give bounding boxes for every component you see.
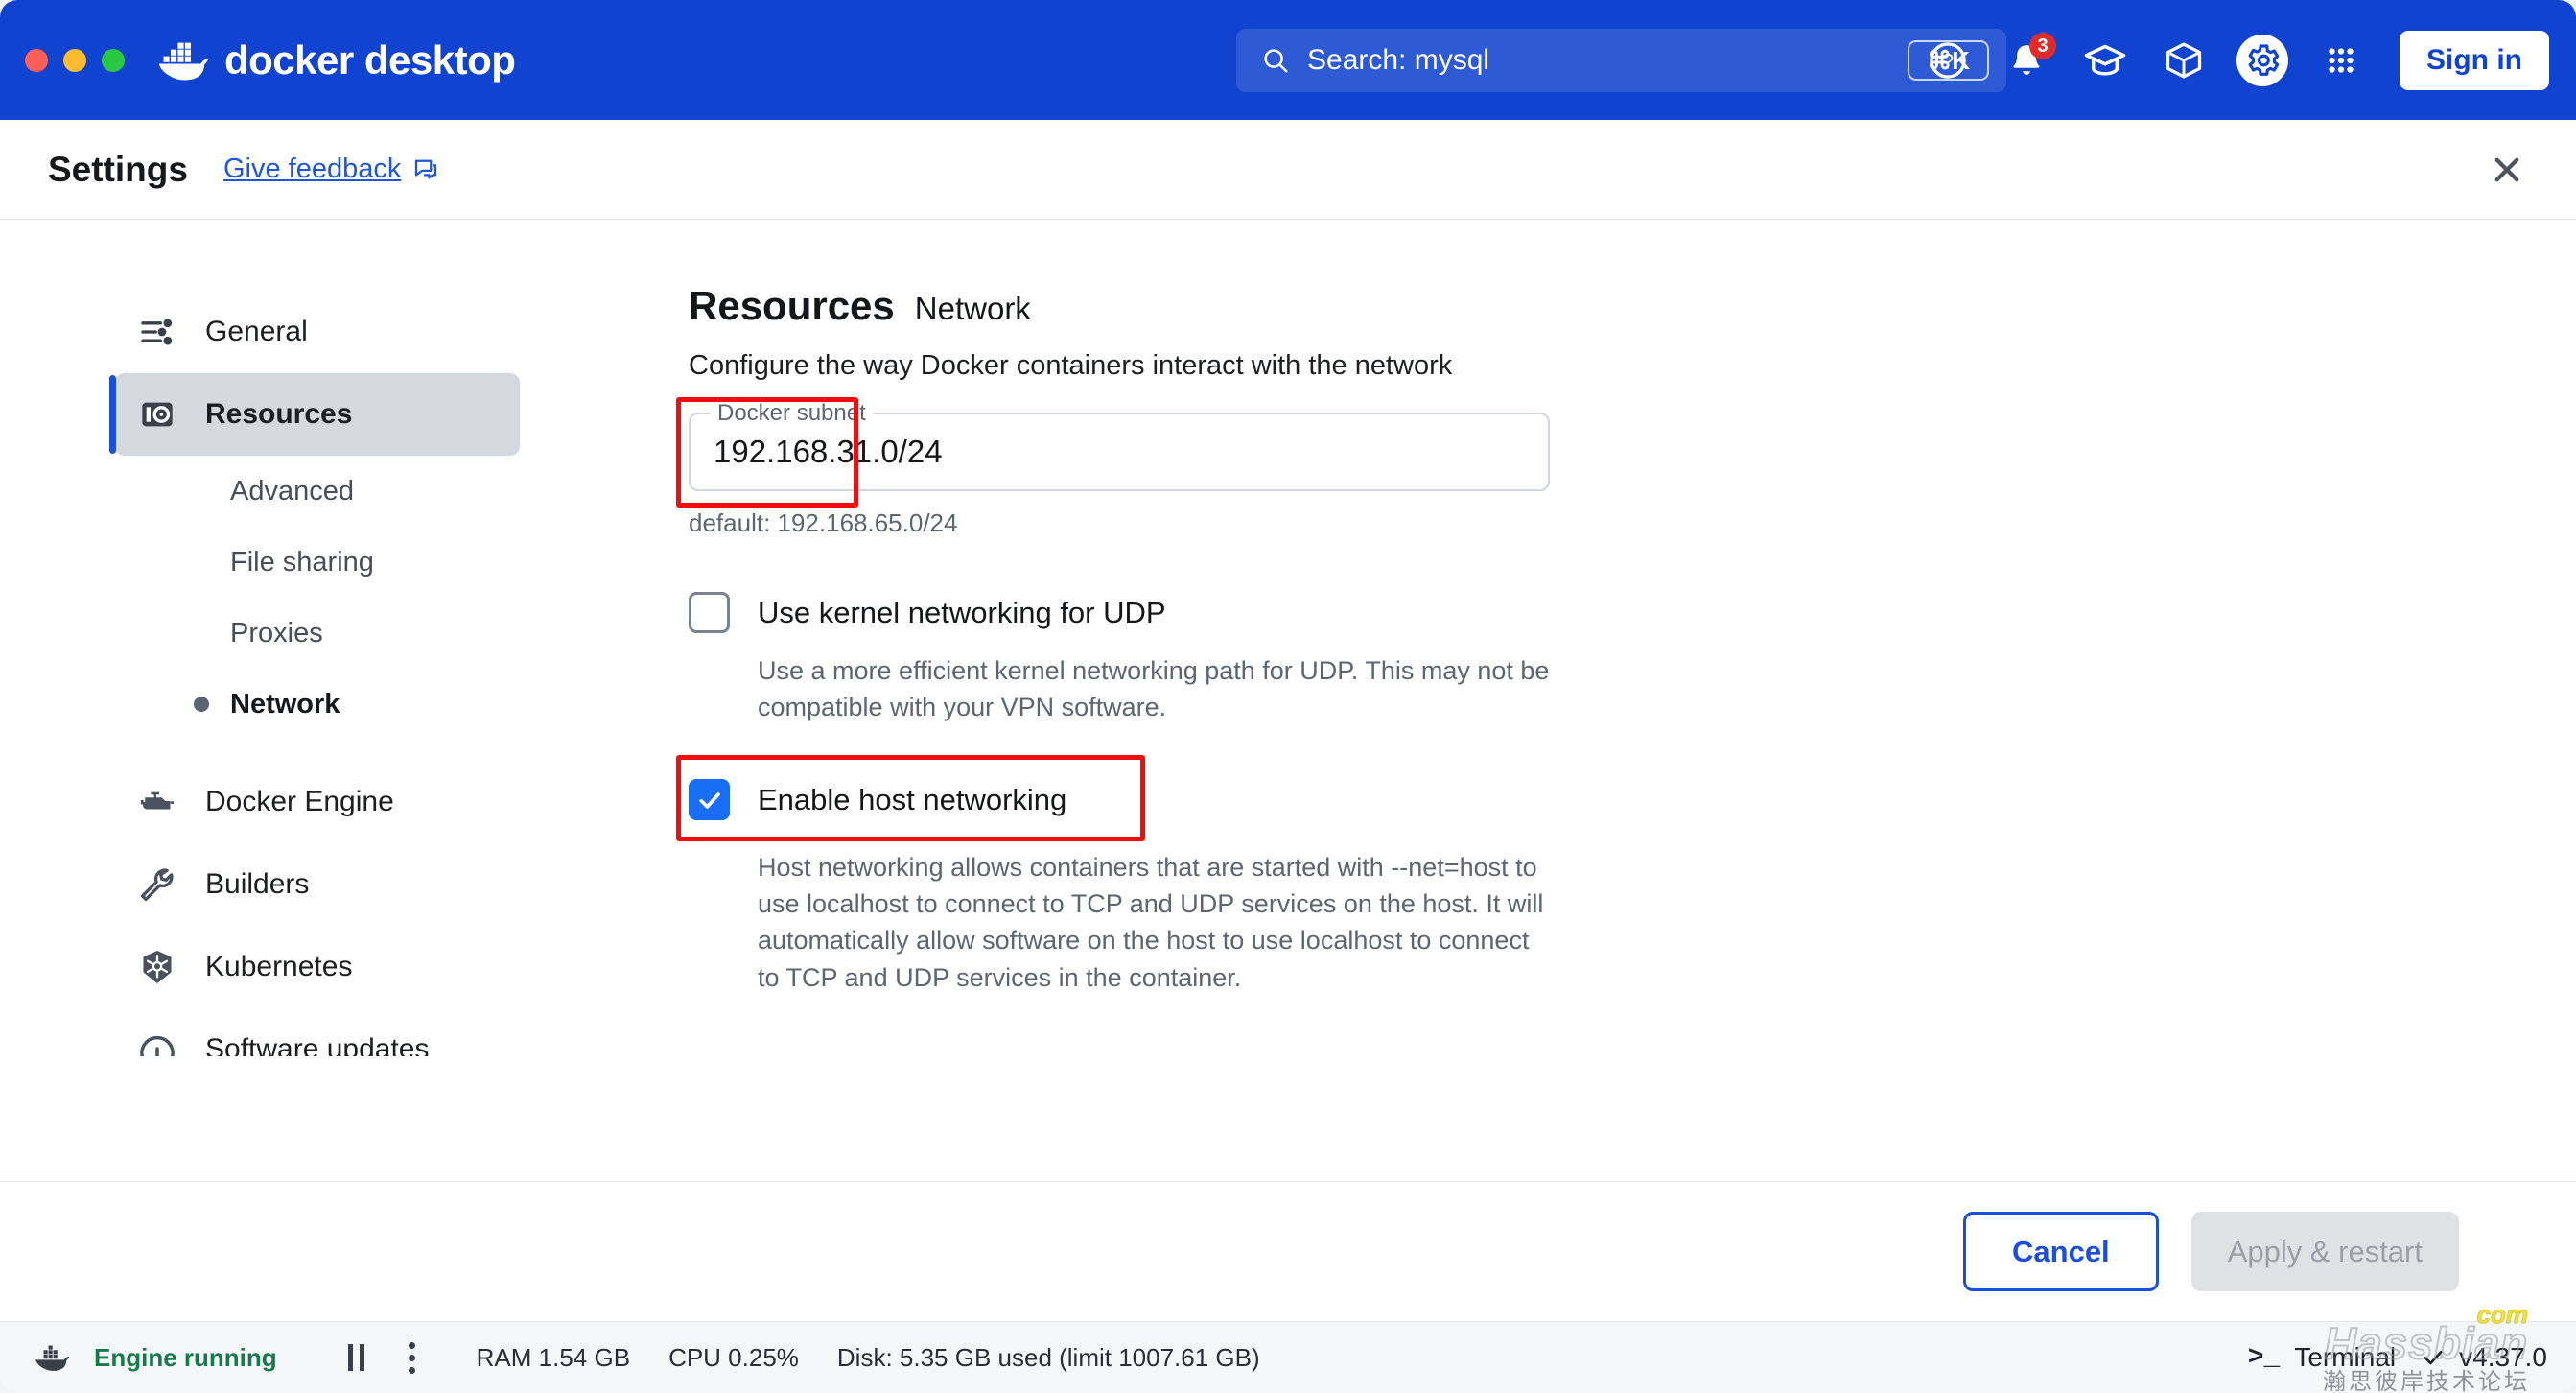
feedback-bubble-icon bbox=[415, 159, 437, 178]
search-input-value: Search: mysql bbox=[1307, 44, 1490, 76]
check-icon bbox=[2424, 1350, 2443, 1365]
sidebar-item-label: General bbox=[205, 316, 308, 347]
disk-metric: Disk: 5.35 GB used (limit 1007.61 GB) bbox=[836, 1342, 1260, 1372]
pause-engine-button[interactable] bbox=[347, 1344, 364, 1371]
ram-metric: RAM 1.54 GB bbox=[476, 1342, 631, 1372]
terminal-prompt-icon: >_ bbox=[2247, 1342, 2281, 1373]
sign-in-button[interactable]: Sign in bbox=[2400, 30, 2549, 90]
wrench-icon bbox=[136, 863, 178, 906]
sidebar-item-label: Kubernetes bbox=[205, 951, 353, 982]
status-bar: Engine running RAM 1.54 GB CPU 0.25% Dis… bbox=[0, 1302, 2576, 1393]
sidebar-item-label: Docker Engine bbox=[205, 786, 394, 817]
docker-whale-icon bbox=[35, 1345, 70, 1371]
docker-whale-icon bbox=[158, 42, 209, 80]
maximize-window-button[interactable] bbox=[102, 48, 125, 72]
page-title: Settings bbox=[48, 149, 188, 189]
search-icon bbox=[1264, 49, 1288, 73]
close-icon bbox=[2494, 157, 2519, 181]
use-kernel-networking-udp-label: Use kernel networking for UDP bbox=[758, 595, 1166, 629]
breadcrumb: Resources Network bbox=[689, 283, 2576, 329]
search-input[interactable]: Search: mysql ⌘K bbox=[1236, 29, 2006, 92]
enable-host-networking-checkbox[interactable] bbox=[689, 779, 730, 821]
breadcrumb-parent: Resources bbox=[689, 283, 895, 328]
status-bar-right: >_ Terminal v4.37.0 Hassbian com 瀚思彼岸技术论… bbox=[2248, 1302, 2547, 1393]
enable-host-networking-label: Enable host networking bbox=[758, 782, 1067, 816]
sidebar-subitem-label: Advanced bbox=[230, 475, 354, 507]
pane-subtitle: Configure the way Docker containers inte… bbox=[689, 350, 1453, 381]
sidebar-item-builders[interactable]: Builders bbox=[115, 843, 520, 926]
settings-gear-icon[interactable] bbox=[2236, 34, 2288, 86]
terminal-label: Terminal bbox=[2294, 1342, 2397, 1372]
breadcrumb-current: Network bbox=[914, 291, 1031, 326]
sidebar-subitem-label: Proxies bbox=[230, 617, 323, 649]
window-traffic-lights bbox=[25, 48, 125, 72]
docker-subnet-field-wrapper: Docker subnet 192.168.31.0/24 default: 1… bbox=[676, 397, 1550, 538]
terminal-button[interactable]: >_ Terminal bbox=[2248, 1342, 2396, 1373]
sidebar-item-general[interactable]: General bbox=[115, 291, 520, 373]
title-bar: docker desktop Search: mysql ⌘K ? 3 Sign… bbox=[0, 0, 2576, 120]
notification-count-badge: 3 bbox=[2029, 32, 2056, 59]
sidebar-item-docker-engine[interactable]: Docker Engine bbox=[115, 761, 520, 843]
sidebar-subitem-proxies[interactable]: Proxies bbox=[230, 598, 575, 669]
sidebar-subitem-label: File sharing bbox=[230, 546, 374, 578]
engine-status-text: Engine running bbox=[94, 1342, 277, 1372]
enable-host-networking-description: Host networking allows containers that a… bbox=[758, 852, 1544, 992]
option-udp-group: Use kernel networking for UDP Use a more… bbox=[689, 592, 2576, 726]
settings-body: General Resources Advanced File sharing bbox=[0, 220, 2576, 1181]
docker-subnet-label: Docker subnet bbox=[710, 400, 874, 427]
give-feedback-link[interactable]: Give feedback bbox=[223, 153, 440, 185]
sidebar-item-label: Resources bbox=[205, 398, 353, 430]
sidebar-item-label: Builders bbox=[205, 868, 310, 900]
version-text: v4.37.0 bbox=[2459, 1342, 2547, 1372]
docker-desktop-window: docker desktop Search: mysql ⌘K ? 3 Sign… bbox=[0, 0, 2576, 1393]
use-kernel-networking-udp-description: Use a more efficient kernel networking p… bbox=[758, 656, 1550, 722]
resources-icon bbox=[136, 393, 178, 436]
sidebar-subitem-file-sharing[interactable]: File sharing bbox=[230, 527, 575, 598]
sidebar-subitem-label: Network bbox=[230, 688, 340, 720]
sidebar-item-label: Software updates bbox=[205, 1033, 430, 1056]
settings-footer: Cancel Apply & restart bbox=[0, 1181, 2576, 1321]
notifications-bell-icon[interactable]: 3 bbox=[2001, 32, 2056, 86]
svg-text:?: ? bbox=[1942, 49, 1954, 73]
network-settings-pane: Resources Network Configure the way Dock… bbox=[575, 220, 2576, 1181]
cpu-metric: CPU 0.25% bbox=[668, 1342, 799, 1372]
version-indicator[interactable]: v4.37.0 bbox=[2421, 1342, 2547, 1373]
extensions-box-icon[interactable] bbox=[2158, 35, 2210, 86]
sliders-icon bbox=[136, 311, 178, 353]
status-more-menu-button[interactable] bbox=[408, 1341, 415, 1374]
sidebar-subitem-network[interactable]: Network bbox=[230, 669, 575, 740]
cancel-button[interactable]: Cancel bbox=[1963, 1212, 2159, 1291]
brand-name: docker desktop bbox=[224, 36, 516, 83]
close-settings-button[interactable] bbox=[2484, 147, 2530, 193]
docker-subnet-input[interactable]: Docker subnet 192.168.31.0/24 bbox=[689, 400, 1550, 491]
close-window-button[interactable] bbox=[25, 48, 48, 72]
watermark-subtitle: 瀚思彼岸技术论坛 bbox=[2323, 1369, 2530, 1393]
brand-logo: docker desktop bbox=[157, 36, 516, 83]
sidebar-item-resources[interactable]: Resources bbox=[109, 373, 520, 456]
sidebar-item-software-updates[interactable]: Software updates bbox=[0, 1008, 575, 1056]
use-kernel-networking-udp-row[interactable]: Use kernel networking for UDP bbox=[689, 592, 2576, 633]
learning-center-cap-icon[interactable] bbox=[2079, 35, 2131, 86]
titlebar-actions: ? 3 Sign in bbox=[1922, 0, 2549, 120]
engine-icon bbox=[136, 781, 178, 823]
enable-host-networking-row[interactable]: Enable host networking bbox=[689, 768, 2576, 832]
sidebar-item-kubernetes[interactable]: Kubernetes bbox=[115, 926, 520, 1008]
settings-sidebar: General Resources Advanced File sharing bbox=[0, 220, 575, 1181]
use-kernel-networking-udp-checkbox[interactable] bbox=[689, 592, 730, 633]
apps-grid-icon[interactable] bbox=[2315, 35, 2367, 86]
sidebar-subitem-advanced[interactable]: Advanced bbox=[230, 456, 575, 527]
settings-header: Settings Give feedback bbox=[0, 120, 2576, 220]
help-icon[interactable]: ? bbox=[1922, 35, 1974, 86]
docker-subnet-default-hint: default: 192.168.65.0/24 bbox=[689, 508, 958, 537]
apply-and-restart-button[interactable]: Apply & restart bbox=[2190, 1212, 2459, 1291]
give-feedback-label: Give feedback bbox=[222, 153, 402, 184]
gauge-icon bbox=[136, 1028, 178, 1056]
option-host-networking-group: Enable host networking Host networking a… bbox=[676, 754, 2576, 996]
docker-subnet-value: 192.168.31.0/24 bbox=[714, 434, 943, 469]
minimize-window-button[interactable] bbox=[63, 48, 86, 72]
checkmark-icon bbox=[698, 791, 720, 809]
kubernetes-helm-icon bbox=[136, 946, 178, 988]
